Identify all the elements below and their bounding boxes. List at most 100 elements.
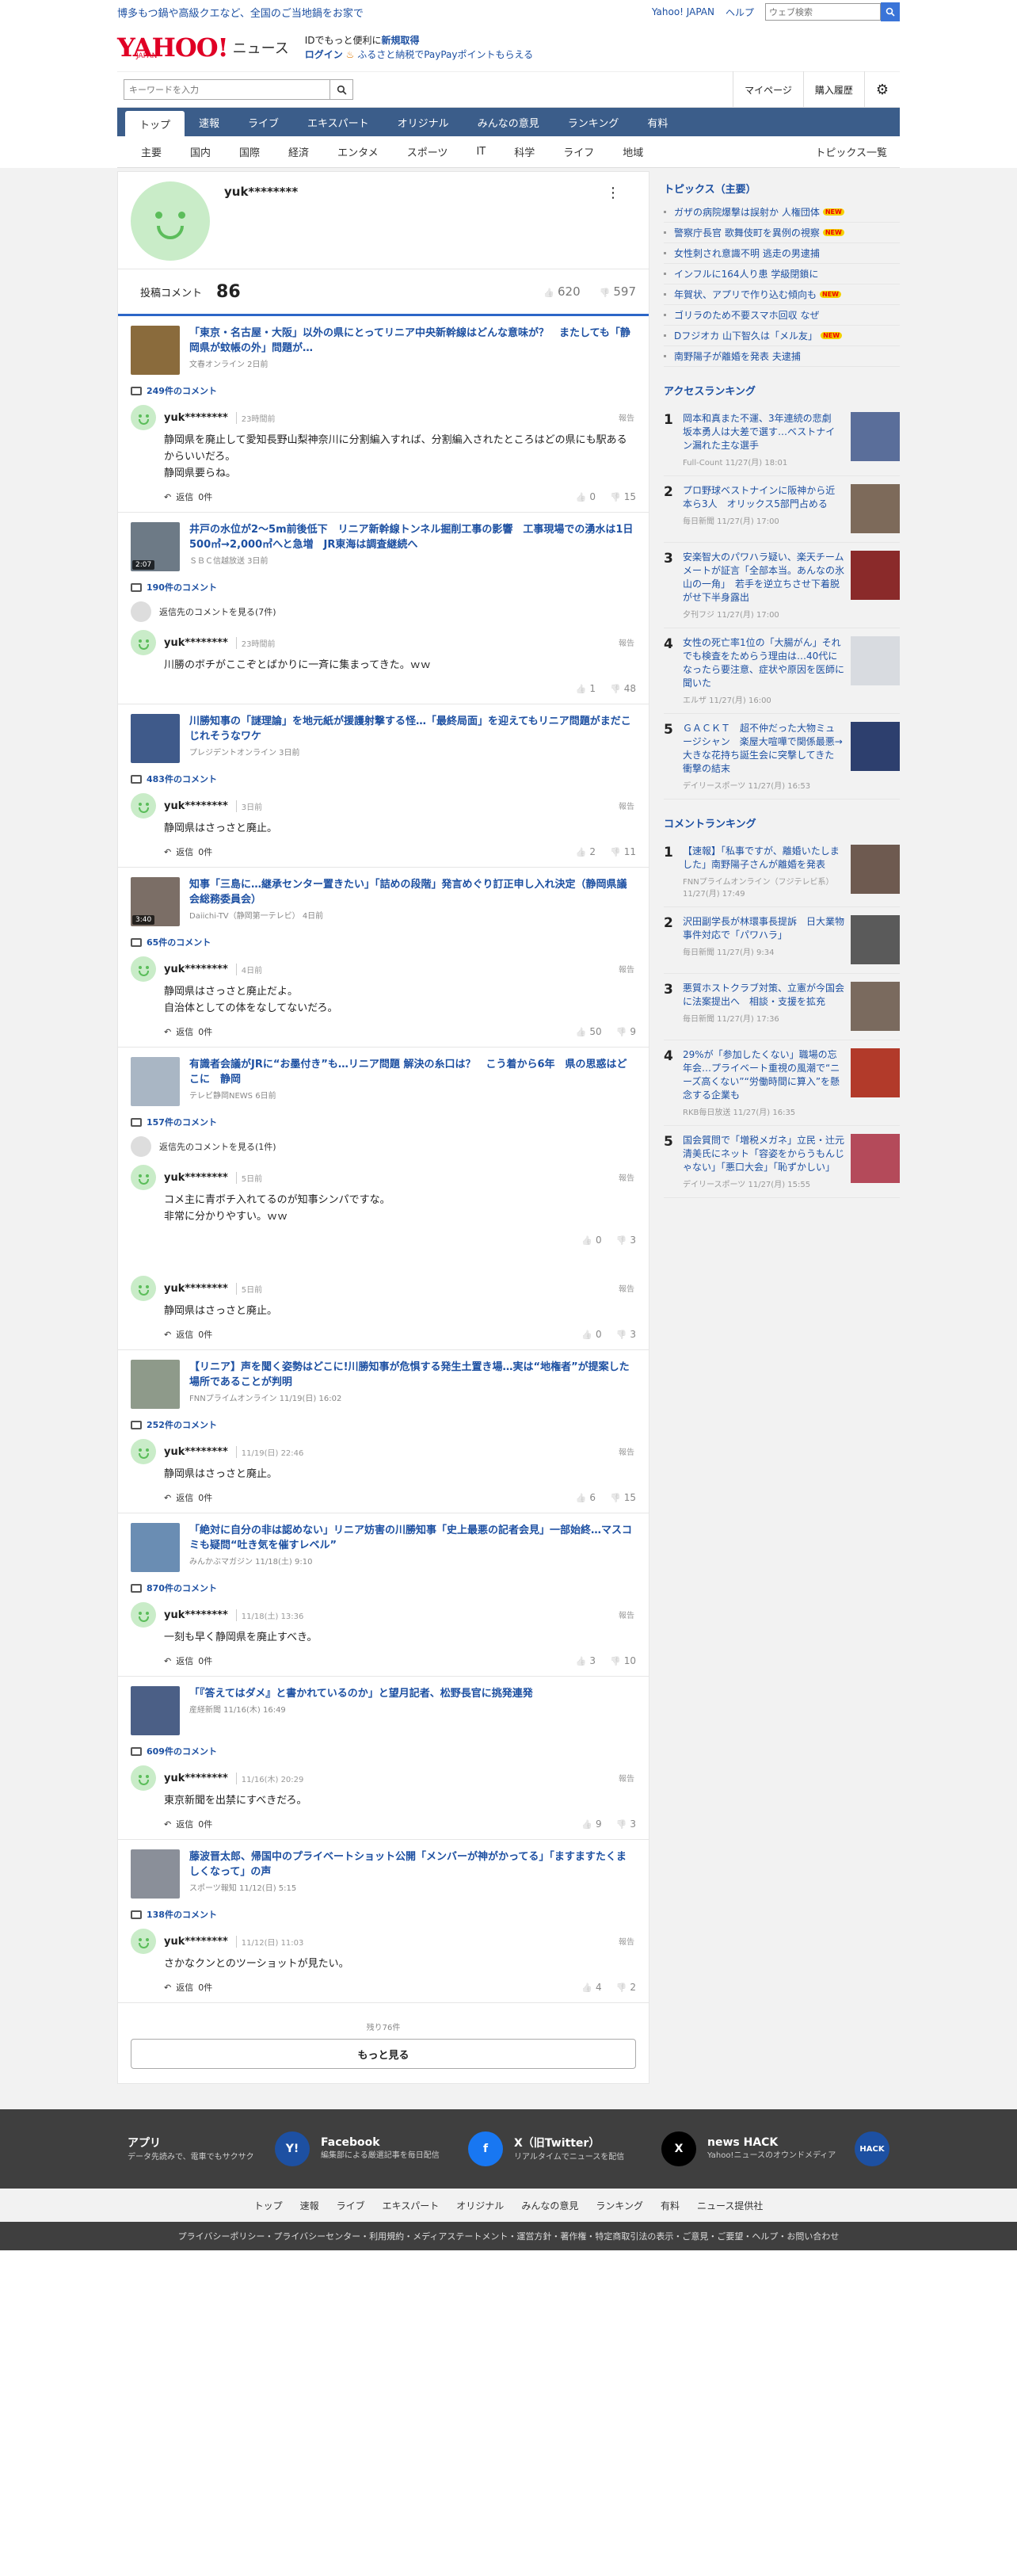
rank-thumbnail[interactable] bbox=[851, 1048, 900, 1097]
rank-title[interactable]: プロ野球ベストナインに阪神から近本ら3人 オリックス5部門占める bbox=[683, 484, 844, 511]
rank-thumbnail[interactable] bbox=[851, 636, 900, 685]
web-search-input[interactable] bbox=[765, 3, 881, 21]
article-title[interactable]: 「『答えてはダメ』と書かれているのか」と望月記者、松野長官に挑発連発 bbox=[189, 1686, 533, 1701]
article-link[interactable]: 2:07 井戸の水位が2～5m前後低下 リニア新幹線トンネル掘削工事の影響 工事現… bbox=[131, 522, 636, 571]
commenter-avatar[interactable] bbox=[131, 1602, 156, 1628]
footer-nav-item[interactable]: トップ bbox=[254, 2199, 283, 2212]
sub-nav-item[interactable]: IT bbox=[462, 146, 500, 158]
ranking-item[interactable]: 1 岡本和真また不運、3年連続の悲劇 坂本勇人は大差で選す…ベストナイン漏れた主な… bbox=[664, 404, 900, 476]
ranking-item[interactable]: 5 国会質問で「増税メガネ」立民・辻元清美氏にネット「容姿をからうもんじゃない」「… bbox=[664, 1126, 900, 1198]
article-title[interactable]: 「東京・名古屋・大阪」以外の県にとってリニア中央新幹線はどんな意味が？ またして… bbox=[189, 326, 636, 356]
ranking-item[interactable]: 3 悪質ホストクラブ対策、立憲が今国会に法案提出へ 相談・支援を拡充 毎日新聞 11… bbox=[664, 974, 900, 1040]
article-title[interactable]: 藤波晋太郎、帰国中のプライベートショット公開「メンバーが神がかってる」「ますます… bbox=[189, 1849, 636, 1880]
dislike-button[interactable]: 15 bbox=[610, 491, 636, 502]
article-link[interactable]: 「『答えてはダメ』と書かれているのか」と望月記者、松野長官に挑発連発 産経新聞 1… bbox=[131, 1686, 636, 1735]
article-thumbnail[interactable] bbox=[131, 714, 180, 763]
article-link[interactable]: 川勝知事の「謎理論」を地元紙が援護射撃する怪…「最終局面」を迎えてもリニア問題が… bbox=[131, 714, 636, 763]
comment-count-link[interactable]: 483件のコメント bbox=[131, 773, 636, 785]
mypage-link[interactable]: マイページ bbox=[733, 71, 803, 108]
ranking-item[interactable]: 4 女性の死亡率1位の「大腸がん」それでも検査をためらう理由は…40代になったら要… bbox=[664, 628, 900, 714]
topic-item[interactable]: 南野陽子が離婚を発表 夫逮捕 bbox=[664, 346, 900, 367]
commenter-avatar[interactable] bbox=[131, 1165, 156, 1190]
history-link[interactable]: 購入履歴 bbox=[802, 71, 864, 108]
ranking-item[interactable]: 4 29%が「参加したくない」職場の忘年会…プライベート重視の風潮で“ニーズ高くな… bbox=[664, 1040, 900, 1126]
ranking-item[interactable]: 2 プロ野球ベストナインに阪神から近本ら3人 オリックス5部門占める 毎日新聞 11… bbox=[664, 476, 900, 543]
article-title[interactable]: 知事「三島に…継承センター置きたい」「詰めの段階」発言めぐり訂正申し入れ決定（静… bbox=[189, 877, 636, 907]
dislike-button[interactable]: 3 bbox=[616, 1235, 636, 1246]
rank-thumbnail[interactable] bbox=[851, 412, 900, 461]
sub-nav-item[interactable]: ライフ bbox=[549, 144, 608, 159]
rank-title[interactable]: 【速報】「私事ですが、離婚いたしました」南野陽子さんが離婚を発表 bbox=[683, 845, 844, 872]
main-nav-item[interactable]: エキスパート bbox=[293, 108, 383, 136]
report-link[interactable]: 報告 bbox=[619, 800, 634, 811]
footer-app-link[interactable]: news HACK Yahoo!ニュースのオウンドメディア HACK bbox=[707, 2120, 889, 2177]
rank-thumbnail[interactable] bbox=[851, 722, 900, 771]
reply-button[interactable]: ↶ 返信 0件 bbox=[164, 845, 212, 858]
rank-title[interactable]: 岡本和真また不運、3年連続の悲劇 坂本勇人は大差で選す…ベストナイン漏れた主な選… bbox=[683, 412, 844, 452]
footer-nav-item[interactable]: ライブ bbox=[337, 2199, 365, 2212]
footer-nav-item[interactable]: 速報 bbox=[300, 2199, 319, 2212]
commenter-avatar[interactable] bbox=[131, 1765, 156, 1791]
reply-button[interactable]: ↶ 返信 0件 bbox=[164, 1328, 212, 1341]
report-link[interactable]: 報告 bbox=[619, 1282, 634, 1294]
dislike-button[interactable]: 3 bbox=[616, 1818, 636, 1830]
dislike-button[interactable]: 15 bbox=[610, 1492, 636, 1503]
ranking-item[interactable]: 3 安楽智大のパワハラ疑い、楽天チームメートが証言「全部本当。あんなの氷山の一角」… bbox=[664, 543, 900, 628]
comment-user[interactable]: yuk******** bbox=[164, 1172, 228, 1184]
like-button[interactable]: 9 bbox=[581, 1818, 602, 1830]
commenter-avatar[interactable] bbox=[131, 1276, 156, 1301]
like-button[interactable]: 0 bbox=[576, 491, 596, 502]
main-nav-item[interactable]: 有料 bbox=[633, 108, 682, 136]
comment-user[interactable]: yuk******** bbox=[164, 637, 228, 649]
topic-item[interactable]: 年賀状、アプリで作り込む傾向も NEW bbox=[664, 284, 900, 305]
rank-title[interactable]: 安楽智大のパワハラ疑い、楽天チームメートが証言「全部本当。あんなの氷山の一角」 … bbox=[683, 551, 844, 605]
comment-user[interactable]: yuk******** bbox=[164, 964, 228, 975]
article-title[interactable]: 井戸の水位が2～5m前後低下 リニア新幹線トンネル掘削工事の影響 工事現場での湧… bbox=[189, 522, 636, 552]
register-link[interactable]: 新規取得 bbox=[382, 35, 420, 46]
ranking-item[interactable]: 1 【速報】「私事ですが、離婚いたしました」南野陽子さんが離婚を発表 FNNプライム… bbox=[664, 837, 900, 907]
more-options-icon[interactable]: ⋮ bbox=[606, 185, 620, 201]
rank-thumbnail[interactable] bbox=[851, 551, 900, 600]
commenter-avatar[interactable] bbox=[131, 1929, 156, 1954]
report-link[interactable]: 報告 bbox=[619, 411, 634, 423]
report-link[interactable]: 報告 bbox=[619, 1609, 634, 1620]
topic-item[interactable]: ゴリラのため不要スマホ回収 なぜ bbox=[664, 305, 900, 326]
main-nav-item[interactable]: 速報 bbox=[185, 108, 234, 136]
all-topics-link[interactable]: トピックス一覧 bbox=[801, 144, 900, 159]
commenter-avatar[interactable] bbox=[131, 793, 156, 819]
comment-count-link[interactable]: 157件のコメント bbox=[131, 1116, 636, 1128]
comment-count-link[interactable]: 609件のコメント bbox=[131, 1745, 636, 1757]
rank-thumbnail[interactable] bbox=[851, 845, 900, 894]
login-link[interactable]: ログイン bbox=[305, 49, 343, 60]
sub-nav-item[interactable]: エンタメ bbox=[323, 144, 393, 159]
keyword-search-button[interactable] bbox=[329, 79, 353, 100]
dislike-button[interactable]: 3 bbox=[616, 1329, 636, 1340]
comment-count-link[interactable]: 249件のコメント bbox=[131, 384, 636, 397]
article-title[interactable]: 川勝知事の「謎理論」を地元紙が援護射撃する怪…「最終局面」を迎えてもリニア問題が… bbox=[189, 714, 636, 744]
footer-nav-item[interactable]: ランキング bbox=[596, 2199, 643, 2212]
article-thumbnail[interactable] bbox=[131, 1686, 180, 1735]
footer-app-link[interactable]: Facebook 編集部による厳選記事を毎日配信 f bbox=[321, 2120, 503, 2177]
rank-title[interactable]: 国会質問で「増税メガネ」立民・辻元清美氏にネット「容姿をからうもんじゃない」「悪… bbox=[683, 1134, 844, 1174]
dislike-button[interactable]: 2 bbox=[616, 1982, 636, 1993]
comment-count-link[interactable]: 190件のコメント bbox=[131, 581, 636, 593]
article-link[interactable]: 有識者会議がJRに“お墨付き”も…リニア問題 解決の糸口は？ こう着から6年 県… bbox=[131, 1057, 636, 1106]
footer-links-text[interactable]: プライバシーポリシー・プライバシーセンター・利用規約・メディアステートメント・運… bbox=[178, 2230, 840, 2242]
article-thumbnail[interactable] bbox=[131, 1849, 180, 1899]
topic-item[interactable]: 女性刺され意識不明 逃走の男逮捕 bbox=[664, 243, 900, 264]
dislike-button[interactable]: 11 bbox=[610, 846, 636, 857]
report-link[interactable]: 報告 bbox=[619, 1772, 634, 1784]
comment-user[interactable]: yuk******** bbox=[164, 412, 228, 424]
footer-app-link[interactable]: X（旧Twitter） リアルタイムでニュースを配信 X bbox=[514, 2120, 696, 2177]
promo-link[interactable]: 博多もつ鍋や高級クエなど、全国のご当地鍋をお家で bbox=[117, 5, 364, 20]
main-nav-item[interactable]: オリジナル bbox=[383, 108, 463, 136]
article-title[interactable]: 有識者会議がJRに“お墨付き”も…リニア問題 解決の糸口は？ こう着から6年 県… bbox=[189, 1057, 636, 1087]
article-thumbnail[interactable]: 2:07 bbox=[131, 522, 180, 571]
main-nav-item[interactable]: ランキング bbox=[554, 108, 634, 136]
sub-nav-item[interactable]: 地域 bbox=[608, 144, 657, 159]
footer-nav-item[interactable]: 有料 bbox=[661, 2199, 680, 2212]
keyword-input[interactable] bbox=[124, 79, 329, 100]
like-button[interactable]: 4 bbox=[581, 1982, 602, 1993]
comment-user[interactable]: yuk******** bbox=[164, 1609, 228, 1621]
dislike-button[interactable]: 9 bbox=[616, 1026, 636, 1037]
